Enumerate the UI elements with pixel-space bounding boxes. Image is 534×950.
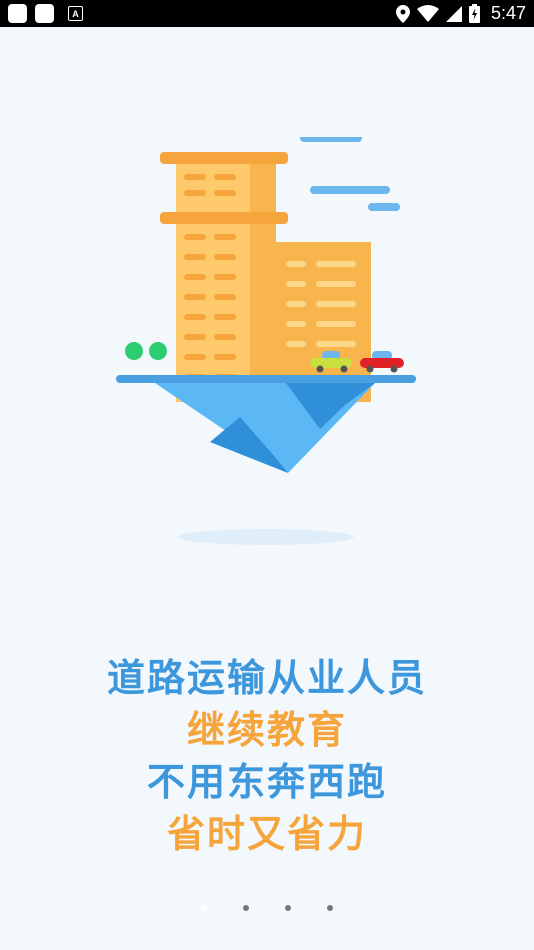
square-icon (35, 4, 54, 23)
wifi-icon (416, 5, 439, 22)
slogan: 道路运输从业人员 继续教育 不用东奔西跑 省时又省力 (0, 652, 534, 860)
page-dot-4[interactable] (327, 905, 333, 911)
slogan-line-3: 不用东奔西跑 (146, 760, 387, 804)
page-dot-2[interactable] (243, 905, 249, 911)
splash-screen[interactable]: 道路运输从业人员 继续教育 不用东奔西跑 省时又省力 (0, 27, 534, 950)
square-icon (8, 4, 27, 23)
status-time: 5:47 (490, 3, 526, 23)
location-icon (395, 4, 410, 23)
a-notification-icon: A (68, 6, 83, 21)
floating-city-illustration (116, 137, 416, 545)
tree-icon (125, 342, 167, 360)
floating-island-icon (155, 383, 375, 473)
slogan-line-4: 省时又省力 (166, 812, 367, 856)
page-dot-3[interactable] (285, 905, 291, 911)
page-dot-1[interactable] (201, 905, 207, 911)
tall-building-icon (160, 152, 288, 402)
status-bar: A 5:47 (0, 0, 534, 27)
slogan-line-2: 继续教育 (186, 708, 347, 752)
slogan-line-1: 道路运输从业人员 (106, 656, 427, 700)
page-indicator (0, 905, 534, 911)
cell-signal-icon (445, 5, 462, 22)
battery-icon (468, 4, 480, 23)
